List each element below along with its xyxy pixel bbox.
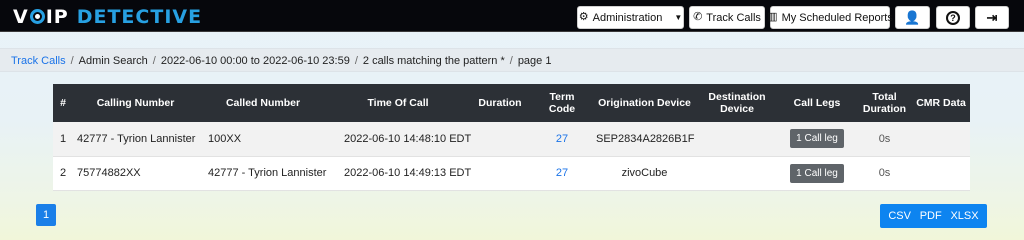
cmr-data-cell [912, 156, 970, 190]
pagination-page-1[interactable]: 1 [36, 204, 56, 226]
logo-text-v: V [13, 6, 29, 28]
header-total-duration[interactable]: Total Duration [857, 84, 912, 122]
chart-icon: ▥ [767, 11, 778, 23]
scheduled-reports-button[interactable]: ▥ My Scheduled Reports [767, 6, 893, 29]
calling-number-cell: 42777 - Tyrion Lannister [77, 132, 196, 145]
breadcrumb-match-count: 2 calls matching the pattern * [362, 55, 505, 67]
breadcrumb-track-calls[interactable]: Track Calls [11, 55, 66, 67]
called-number-cell: 42777 - Tyrion Lannister [208, 167, 327, 179]
logo-text-ip: IP [45, 6, 69, 28]
export-button-group: CSV PDF XLSX [880, 204, 987, 228]
table-row: 1 42777 - Tyrion Lannister 100XX 2022-06… [53, 122, 970, 156]
header-term-code[interactable]: Term Code [532, 84, 592, 122]
app-logo[interactable]: V IP DETECTIVE [13, 6, 202, 28]
gears-icon: ⚙ [578, 11, 589, 23]
logo-text-detective: DETECTIVE [76, 6, 203, 28]
call-legs-button[interactable]: 1 Call leg [790, 129, 844, 149]
user-settings-button[interactable]: 👤 [895, 6, 930, 29]
origination-device-cell: SEP2834A2826B1F [596, 132, 695, 145]
export-csv-button[interactable]: CSV [888, 210, 911, 222]
duration-cell [468, 156, 532, 190]
track-calls-button[interactable]: ✆ Track Calls [689, 6, 765, 29]
total-duration-cell: 0s [878, 167, 891, 179]
breadcrumb-date-range: 2022-06-10 00:00 to 2022-06-10 23:59 [160, 55, 350, 67]
top-navbar: V IP DETECTIVE ⚙ Administration ▼ ✆ Track … [0, 0, 1024, 32]
time-of-call-cell: 2022-06-10 14:48:10 EDT [344, 132, 472, 145]
breadcrumb-separator: / [509, 55, 513, 67]
user-gear-icon: 👤 [904, 9, 921, 25]
destination-device-cell [697, 156, 777, 190]
breadcrumb-separator: / [354, 55, 358, 67]
table-row: 2 75774882XX 42777 - Tyrion Lannister 20… [53, 156, 970, 190]
call-legs-button[interactable]: 1 Call leg [790, 163, 844, 183]
breadcrumb-page: page 1 [517, 55, 552, 67]
help-icon: ? [946, 10, 960, 25]
row-number: 1 [59, 132, 67, 145]
phone-icon: ✆ [693, 11, 703, 23]
breadcrumb-admin-search: Admin Search [78, 55, 148, 67]
header-call-legs: Call Legs [793, 97, 841, 109]
table-header-row: # Calling Number Called Number Time Of C… [53, 84, 970, 122]
administration-label: Administration [592, 11, 663, 24]
help-button[interactable]: ? [936, 6, 970, 29]
chevron-down-icon: ▼ [674, 13, 683, 22]
origination-device-cell: zivoCube [621, 167, 668, 179]
header-called-number[interactable]: Called Number [198, 84, 328, 122]
calling-number-cell: 75774882XX [77, 167, 141, 179]
breadcrumb-separator: / [152, 55, 156, 67]
header-duration[interactable]: Duration [468, 84, 532, 122]
header-cmr-data: CMR Data [916, 97, 966, 109]
row-number: 2 [59, 167, 67, 179]
destination-device-cell [697, 122, 777, 156]
term-code-link[interactable]: 27 [556, 167, 568, 179]
time-of-call-cell: 2022-06-10 14:49:13 EDT [344, 167, 472, 179]
export-pdf-button[interactable]: PDF [920, 210, 942, 222]
scheduled-reports-label: My Scheduled Reports [781, 11, 893, 24]
logo-ring-icon [29, 9, 45, 24]
logout-icon: ⇥ [986, 9, 998, 25]
breadcrumb: Track Calls / Admin Search / 2022-06-10 00:0… [0, 48, 1024, 72]
total-duration-cell: 0s [878, 132, 891, 145]
calls-table: # Calling Number Called Number Time Of C… [53, 84, 970, 191]
breadcrumb-separator: / [70, 55, 74, 67]
term-code-link[interactable]: 27 [556, 133, 568, 145]
header-time-of-call[interactable]: Time Of Call [328, 84, 468, 122]
logout-button[interactable]: ⇥ [975, 6, 1009, 29]
administration-dropdown[interactable]: ⚙ Administration ▼ [577, 6, 684, 29]
header-origination-device[interactable]: Origination Device [592, 84, 697, 122]
export-xlsx-button[interactable]: XLSX [950, 210, 978, 222]
header-destination-device[interactable]: Destination Device [697, 84, 777, 122]
header-calling-number[interactable]: Calling Number [73, 84, 198, 122]
called-number-cell: 100XX [208, 132, 242, 145]
track-calls-label: Track Calls [706, 11, 761, 24]
duration-cell [468, 122, 532, 156]
cmr-data-cell [912, 122, 970, 156]
header-number: # [60, 97, 66, 109]
calls-table-panel: # Calling Number Called Number Time Of C… [53, 84, 970, 190]
